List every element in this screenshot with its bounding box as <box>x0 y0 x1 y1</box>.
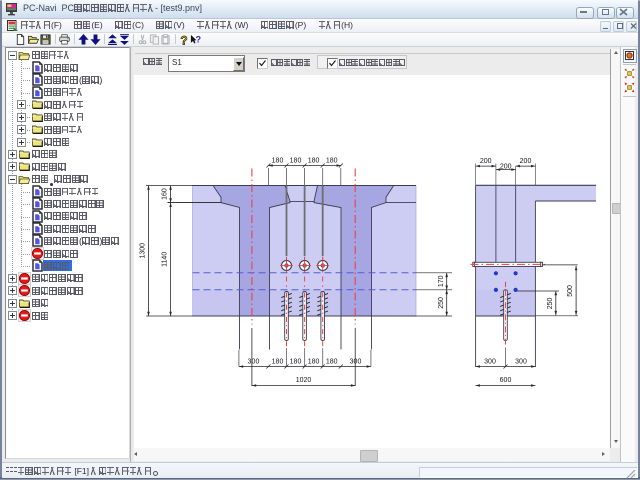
svg-text:250: 250 <box>438 297 445 309</box>
svg-text:1300: 1300 <box>140 243 147 259</box>
svg-text:300: 300 <box>248 358 260 365</box>
svg-text:600: 600 <box>500 377 512 384</box>
svg-text:180: 180 <box>326 358 338 365</box>
svg-text:180: 180 <box>326 157 338 164</box>
svg-text:200: 200 <box>520 158 532 165</box>
svg-text:180: 180 <box>272 358 284 365</box>
svg-text:250: 250 <box>547 297 554 309</box>
svg-text:200: 200 <box>500 163 512 170</box>
svg-text:500: 500 <box>567 285 574 297</box>
svg-text:300: 300 <box>350 358 362 365</box>
svg-text:300: 300 <box>484 358 496 365</box>
svg-text:180: 180 <box>308 358 320 365</box>
svg-text:300: 300 <box>515 358 527 365</box>
svg-text:160: 160 <box>162 188 169 200</box>
svg-text:180: 180 <box>290 157 302 164</box>
svg-text:180: 180 <box>290 358 302 365</box>
svg-text:1020: 1020 <box>296 377 312 384</box>
svg-text:180: 180 <box>308 157 320 164</box>
svg-text:170: 170 <box>438 275 445 287</box>
svg-text:1140: 1140 <box>162 252 169 267</box>
svg-text:180: 180 <box>272 157 284 164</box>
svg-text:200: 200 <box>480 158 492 165</box>
